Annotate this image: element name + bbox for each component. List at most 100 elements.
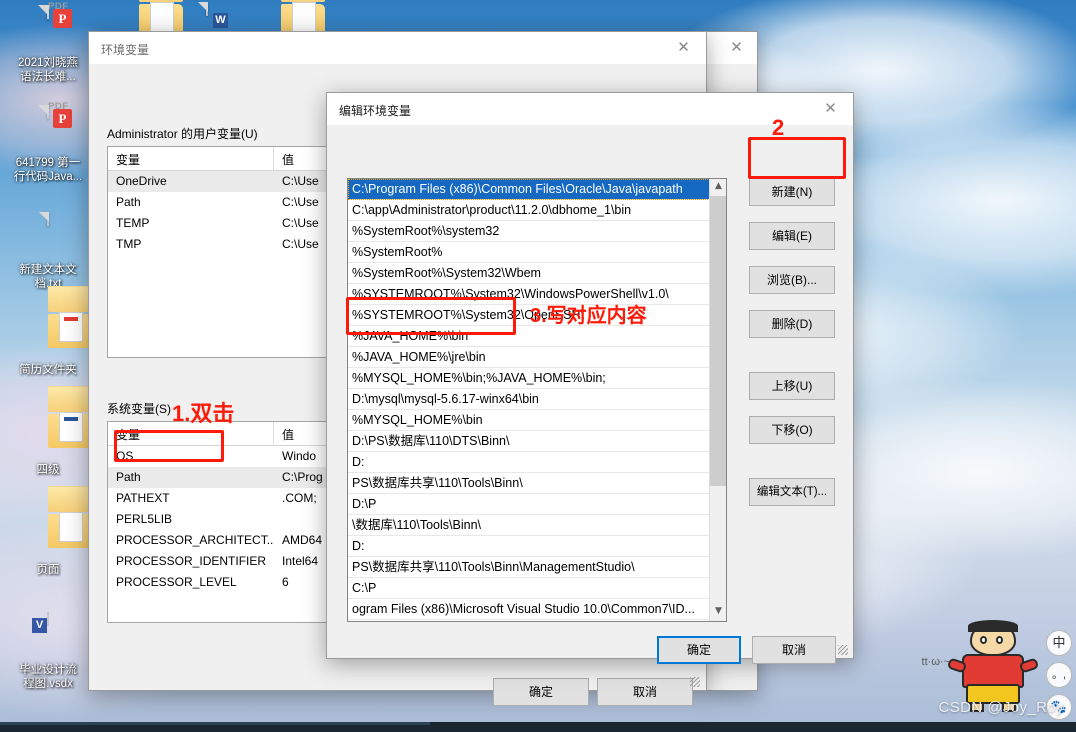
move-up-button[interactable]: 上移(U) (749, 372, 835, 400)
cell-value: Intel64 (282, 554, 319, 568)
pdf-file-icon: P PDF (5, 101, 91, 153)
list-item[interactable]: %SystemRoot%\system32 (348, 221, 726, 242)
column-header-value: 值 (282, 153, 295, 167)
list-item[interactable]: C:\Program Files (x86)\Common Files\Orac… (348, 179, 726, 200)
desktop-icon-folder-cet4[interactable]: 四级 (5, 386, 92, 477)
window-titlebar: ✕ (707, 32, 757, 64)
edit-ok-button[interactable]: 确定 (657, 636, 741, 664)
path-list[interactable]: C:\Program Files (x86)\Common Files\Orac… (347, 178, 727, 622)
edit-button[interactable]: 编辑(E) (749, 222, 835, 250)
desktop-icon-folder-resume[interactable]: 简历文件夹 (5, 286, 92, 377)
desktop-icon-label: 简历文件夹 (19, 364, 77, 376)
user-variables-label: Administrator 的用户变量(U) (107, 127, 258, 141)
pdf-file-icon: P PDF (5, 1, 91, 53)
desktop-icon-folder-page[interactable]: 页面 (5, 486, 92, 577)
list-item[interactable]: PS\数据库共享\110\Tools\Binn\ManagementStudio… (348, 557, 726, 578)
chevron-down-icon[interactable]: ▼ (710, 604, 726, 621)
list-item[interactable]: %MYSQL_HOME%\bin (348, 410, 726, 431)
list-item[interactable]: %SystemRoot%\System32\Wbem (348, 263, 726, 284)
delete-button[interactable]: 删除(D) (749, 310, 835, 338)
list-item[interactable]: D:\mysql\mysql-5.6.17-winx64\bin (348, 389, 726, 410)
cell-variable: PROCESSOR_IDENTIFIER (116, 554, 267, 568)
folder-icon (5, 486, 92, 560)
cell-variable: PERL5LIB (116, 512, 173, 526)
ime-mode-icon[interactable]: 中 (1046, 630, 1072, 656)
scrollbar-thumb[interactable] (710, 196, 726, 486)
sticker-caption: tt·ω·~ (921, 656, 950, 668)
list-item[interactable]: D:\PS\数据库\110\DTS\Binn\ (348, 431, 726, 452)
desktop-icon-visio-diagram[interactable]: V 毕业设计流 程图.vsdx (5, 612, 91, 691)
desktop-icon-label: 毕业设计流 程图.vsdx (19, 664, 77, 690)
cell-variable: PROCESSOR_LEVEL (116, 575, 237, 589)
cell-value: C:\Use (282, 195, 319, 209)
column-header-value: 值 (282, 428, 295, 442)
desktop-icon-label: 2021刘晓燕 语法长难... (17, 57, 79, 83)
edit-cancel-button[interactable]: 取消 (752, 636, 836, 664)
desktop-icon-label: 四级 (36, 464, 60, 476)
system-variables-label: 系统变量(S) (107, 402, 171, 416)
list-item-java-home-jre-bin[interactable]: %JAVA_HOME%\jre\bin (348, 347, 726, 368)
cell-value: Windo (282, 449, 317, 463)
visio-file-icon: V (5, 612, 91, 660)
list-item[interactable]: D:\P (348, 494, 726, 515)
move-down-button[interactable]: 下移(O) (749, 416, 835, 444)
desktop-icon-pdf-2[interactable]: P PDF 641799 第一 行代码Java... (5, 101, 91, 184)
annotation-step-2: 2 (772, 115, 785, 140)
edit-environment-variable-dialog[interactable]: 编辑环境变量 ✕ C:\Program Files (x86)\Common F… (326, 92, 854, 664)
annotation-step-3: 3.写对应内容 (530, 305, 647, 327)
resize-grip[interactable] (690, 677, 700, 687)
cell-variable: Path (116, 470, 141, 484)
list-item[interactable]: C:\P (348, 578, 726, 599)
cell-value: C:\Prog (282, 470, 323, 484)
list-item[interactable]: %SystemRoot% (348, 242, 726, 263)
list-item-java-home-bin[interactable]: %JAVA_HOME%\bin (348, 326, 726, 347)
desktop-icon-pdf-1[interactable]: P PDF 2021刘晓燕 语法长难... (5, 1, 91, 84)
cell-value: .COM; (282, 491, 317, 505)
resize-grip[interactable] (838, 645, 848, 655)
cell-value: AMD64 (282, 533, 323, 547)
list-item[interactable]: C:\app\Administrator\product\11.2.0\dbho… (348, 200, 726, 221)
taskbar[interactable] (0, 722, 1076, 732)
list-item[interactable]: \数据库\110\Tools\Binn\ (348, 515, 726, 536)
cell-variable: PATHEXT (116, 491, 170, 505)
column-header-variable: 变量 (108, 147, 274, 170)
desktop-icon-label: 页面 (36, 564, 60, 576)
folder-icon (5, 286, 92, 360)
window-title: 环境变量 (101, 43, 150, 57)
close-icon[interactable]: ✕ (808, 93, 853, 124)
edit-text-button[interactable]: 编辑文本(T)... (749, 478, 835, 506)
cell-value: 6 (282, 575, 289, 589)
watermark: CSDN @Joy_Roy (938, 699, 1064, 716)
list-item[interactable]: D: (348, 452, 726, 473)
chevron-up-icon[interactable]: ▲ (710, 179, 726, 196)
taskbar-active-region (0, 722, 430, 725)
new-button[interactable]: 新建(N) (749, 178, 835, 206)
cell-value (274, 509, 282, 530)
desktop-icon-textfile[interactable]: 新建文本文 档.txt (5, 212, 91, 291)
list-scrollbar[interactable]: ▲ ▼ (709, 179, 726, 621)
folder-icon (5, 386, 92, 460)
cell-value: C:\Use (282, 237, 319, 251)
cell-variable: Path (116, 195, 141, 209)
text-file-icon (5, 212, 91, 260)
dialog-body: C:\Program Files (x86)\Common Files\Orac… (327, 125, 853, 664)
cell-variable: TMP (116, 237, 142, 251)
annotation-step-1: 1.双击 (172, 401, 235, 426)
list-item[interactable]: D: (348, 536, 726, 557)
close-icon[interactable]: ✕ (661, 32, 706, 63)
window-titlebar: 环境变量 ✕ (89, 32, 706, 64)
cell-variable: OS (116, 449, 134, 463)
cell-value: C:\Use (282, 174, 319, 188)
cell-variable: OneDrive (116, 174, 167, 188)
cell-variable: PROCESSOR_ARCHITECT... (116, 533, 274, 547)
env-ok-button[interactable]: 确定 (493, 678, 589, 706)
env-cancel-button[interactable]: 取消 (597, 678, 693, 706)
cell-value: C:\Use (282, 216, 319, 230)
list-item[interactable]: ogram Files (x86)\Microsoft Visual Studi… (348, 599, 726, 620)
browse-button[interactable]: 浏览(B)... (749, 266, 835, 294)
list-item[interactable]: PS\数据库共享\110\Tools\Binn\ (348, 473, 726, 494)
list-item[interactable]: %MYSQL_HOME%\bin;%JAVA_HOME%\bin; (348, 368, 726, 389)
ime-punctuation-icon[interactable]: 。, (1046, 662, 1072, 688)
cell-variable: TEMP (116, 216, 150, 230)
close-icon[interactable]: ✕ (714, 32, 757, 63)
